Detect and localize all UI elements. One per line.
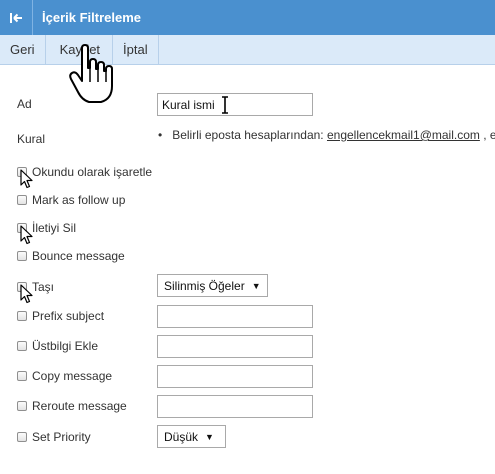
text-cursor-icon — [222, 96, 228, 114]
action-bounce: Bounce message — [17, 249, 125, 263]
rule-email-link[interactable]: engellencekmail1@mail.com — [327, 128, 480, 142]
arrow-cursor-icon — [20, 169, 33, 189]
cancel-button[interactable]: İptal — [113, 35, 159, 64]
dropdown-arrow-icon: ▼ — [251, 280, 261, 291]
rule-name-input[interactable] — [157, 93, 313, 116]
rule-condition-tail: , e — [483, 128, 495, 142]
rule-condition: • Belirli eposta hesaplarından: engellenc… — [158, 128, 495, 142]
rule-label: Kural — [17, 132, 46, 146]
back-button[interactable]: Geri — [0, 35, 46, 64]
follow-up-label: Mark as follow up — [32, 193, 126, 207]
page-title: İçerik Filtreleme — [42, 10, 141, 25]
bounce-label: Bounce message — [32, 249, 125, 263]
arrow-cursor-icon — [20, 225, 33, 245]
prefix-checkbox[interactable] — [17, 311, 27, 321]
add-header-label: Üstbilgi Ekle — [32, 339, 99, 353]
action-priority: Set Priority — [17, 430, 91, 444]
action-mark-read: Okundu olarak işaretle — [17, 165, 152, 179]
mark-read-label: Okundu olarak işaretle — [32, 165, 153, 179]
action-add-header: Üstbilgi Ekle — [17, 339, 98, 353]
header-input[interactable] — [157, 335, 313, 358]
title-bar: İçerik Filtreleme — [0, 0, 495, 35]
prefix-label: Prefix subject — [32, 309, 105, 323]
dropdown-arrow-icon: ▼ — [205, 431, 214, 442]
rule-condition-text: Belirli eposta hesaplarından: — [172, 128, 324, 142]
priority-label: Set Priority — [32, 430, 91, 444]
delete-label: İletiyi Sil — [32, 221, 77, 235]
name-label: Ad — [17, 97, 32, 111]
action-follow-up: Mark as follow up — [17, 193, 125, 207]
back-arrow-button[interactable] — [0, 0, 33, 35]
prefix-input[interactable] — [157, 305, 313, 328]
copy-input[interactable] — [157, 365, 313, 388]
copy-label: Copy message — [32, 369, 113, 383]
follow-up-checkbox[interactable] — [17, 195, 27, 205]
arrow-cursor-icon — [20, 284, 33, 304]
add-header-checkbox[interactable] — [17, 341, 27, 351]
reroute-checkbox[interactable] — [17, 401, 27, 411]
priority-select[interactable]: Düşük ▼ — [157, 425, 226, 448]
priority-checkbox[interactable] — [17, 432, 27, 442]
bounce-checkbox[interactable] — [17, 251, 27, 261]
copy-checkbox[interactable] — [17, 371, 27, 381]
bullet-icon: • — [158, 128, 163, 142]
action-reroute: Reroute message — [17, 399, 127, 413]
action-copy: Copy message — [17, 369, 112, 383]
reroute-label: Reroute message — [32, 399, 127, 413]
hand-cursor-icon — [69, 44, 113, 103]
move-folder-select[interactable]: Silinmiş Öğeler ▼ — [157, 274, 268, 297]
move-folder-value: Silinmiş Öğeler — [164, 278, 245, 293]
reroute-input[interactable] — [157, 395, 313, 418]
action-prefix: Prefix subject — [17, 309, 104, 323]
arrow-to-left-icon — [10, 12, 22, 23]
priority-value: Düşük — [164, 429, 199, 444]
